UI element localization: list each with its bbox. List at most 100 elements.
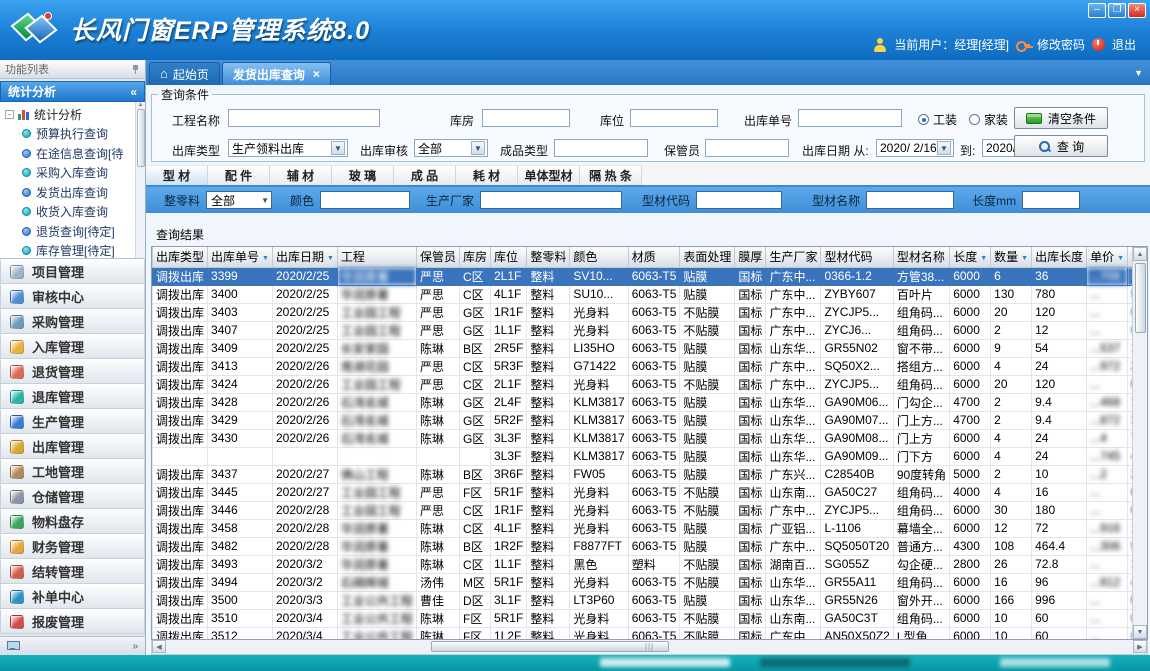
column-header-整零料[interactable]: 整零料 (527, 247, 570, 267)
column-header-工程[interactable]: 工程 (337, 247, 416, 267)
sidebar-group-header[interactable]: 统计分析 « (0, 81, 145, 102)
project-name-input[interactable] (228, 109, 380, 127)
sidebar-item-工地管理[interactable]: 工地管理 (0, 459, 145, 484)
table-row[interactable]: 调拨出库34582020/2/28华润原著陈琳C区4L1F整料光身料6063-T… (153, 519, 1149, 537)
table-row[interactable]: 调拨出库33992020/2/25华润原著严思C区2L1F整料SV10...60… (153, 267, 1149, 285)
column-header-出库单号[interactable]: 出库单号▼ (208, 247, 273, 267)
column-header-颜色[interactable]: 颜色 (570, 247, 628, 267)
table-row[interactable]: 调拨出库34372020/2/27佛山工程陈琳B区3R6F整料FW056063-… (153, 465, 1149, 483)
tree-item-预算执行查询[interactable]: 预算执行查询 (5, 124, 145, 144)
table-row[interactable]: 调拨出库34282020/2/26石湾名城陈琳G区2L4F整料KLM381760… (153, 393, 1149, 411)
sidebar-item-审核中心[interactable]: 审核中心 (0, 284, 145, 309)
column-header-长度[interactable]: 长度▼ (950, 247, 991, 267)
length-input[interactable] (1022, 191, 1080, 209)
column-header-数量[interactable]: 数量▼ (991, 247, 1032, 267)
scrollbar-thumb[interactable] (1135, 263, 1146, 333)
tab-发货出库查询[interactable]: 发货出库查询× (222, 62, 331, 85)
table-row[interactable]: 调拨出库34242020/2/26工业园工程严思C区2L1F整料光身料6063-… (153, 375, 1149, 393)
table-row[interactable]: 调拨出库34932020/3/2华润原著陈琳C区1L1F整料黑色塑料不贴膜国标湖… (153, 555, 1149, 573)
sidebar-item-仓储管理[interactable]: 仓储管理 (0, 484, 145, 509)
sidebar-item-项目管理[interactable]: 项目管理 (0, 259, 145, 284)
table-row[interactable]: 3L3F整料KLM38176063-T5贴膜国标山东华...GA90M09...… (153, 447, 1149, 465)
sidebar-item-采购管理[interactable]: 采购管理 (0, 309, 145, 334)
order-no-input[interactable] (798, 109, 902, 127)
tree-item-在途信息查询[待[interactable]: 在途信息查询[待 (5, 144, 145, 164)
material-tab-玻璃[interactable]: 玻 璃 (332, 165, 394, 185)
table-row[interactable]: 调拨出库34092020/2/25长安家园陈琳B区2R5F整料LI35HO606… (153, 339, 1149, 357)
date-from-picker[interactable]: 2020/ 2/16▼ (876, 139, 954, 157)
table-row[interactable]: 调拨出库34032020/2/25工业园工程严思G区1R1F整料光身料6063-… (153, 303, 1149, 321)
column-header-膜厚[interactable]: 膜厚 (735, 247, 766, 267)
whole-part-select[interactable]: 全部▼ (206, 191, 272, 209)
sidebar-item-入库管理[interactable]: 入库管理 (0, 334, 145, 359)
column-header-表面处理[interactable]: 表面处理 (680, 247, 735, 267)
column-header-出库日期[interactable]: 出库日期▼ (272, 247, 337, 267)
outbound-type-select[interactable]: 生产领料出库▼ (228, 139, 348, 157)
sidebar-item-生产管理[interactable]: 生产管理 (0, 409, 145, 434)
column-header-材质[interactable]: 材质 (628, 247, 680, 267)
expand-icon[interactable]: - (5, 110, 14, 119)
tree-item-收货入库查询[interactable]: 收货入库查询 (5, 202, 145, 222)
sidebar-item-退货管理[interactable]: 退货管理 (0, 359, 145, 384)
column-header-型材名称[interactable]: 型材名称 (893, 247, 949, 267)
table-row[interactable]: 调拨出库34292020/2/26石湾名城陈琳G区5R2F整料KLM381760… (153, 411, 1149, 429)
material-tab-单体型材[interactable]: 单体型材 (518, 165, 580, 185)
table-row[interactable]: 调拨出库34942020/3/2石碣辉城汤伟M区5R1F整料光身料6063-T5… (153, 573, 1149, 591)
scrollbar-thumb[interactable] (137, 109, 145, 167)
tree-item-发货出库查询[interactable]: 发货出库查询 (5, 183, 145, 203)
maximize-button[interactable]: ❐ (1108, 3, 1126, 18)
column-header-型材代码[interactable]: 型材代码 (821, 247, 893, 267)
scroll-up-icon[interactable]: ▲ (1133, 247, 1147, 261)
profile-name-input[interactable] (866, 191, 954, 209)
table-row[interactable]: 调拨出库34462020/2/28工业园工程严思C区1R1F整料光身料6063-… (153, 501, 1149, 519)
warehouse-input[interactable] (482, 109, 570, 127)
column-header-库位[interactable]: 库位 (490, 247, 526, 267)
filter-icon[interactable]: ▼ (327, 255, 334, 262)
table-row[interactable]: 调拨出库34002020/2/25华润原著严思C区4L1F整料SU10...60… (153, 285, 1149, 303)
material-tab-配件[interactable]: 配 件 (208, 165, 270, 185)
clear-conditions-button[interactable]: 清空条件 (1014, 107, 1108, 129)
pin-icon[interactable] (131, 64, 140, 75)
material-tab-辅材[interactable]: 辅 材 (270, 165, 332, 185)
chevrons-right-icon[interactable]: » (132, 641, 138, 652)
scroll-right-icon[interactable]: ▶ (1133, 640, 1147, 653)
change-password-link[interactable]: 修改密码 (1037, 36, 1085, 53)
product-type-input[interactable] (554, 139, 648, 157)
tree-item-采购入库查询[interactable]: 采购入库查询 (5, 163, 145, 183)
close-button[interactable]: × (1128, 3, 1146, 18)
column-header-生产厂家[interactable]: 生产厂家 (766, 247, 821, 267)
table-row[interactable]: 调拨出库34452020/2/27工业园工程严思F区5R1F整料光身料6063-… (153, 483, 1149, 501)
sidebar-item-报废管理[interactable]: 报废管理 (0, 609, 145, 634)
sidebar-item-财务管理[interactable]: 财务管理 (0, 534, 145, 559)
table-row[interactable]: 调拨出库35002020/3/3工业公共工程曹佳D区3L1F整料LT3P6060… (153, 591, 1149, 609)
sidebar-item-退库管理[interactable]: 退库管理 (0, 384, 145, 409)
keeper-input[interactable] (705, 139, 789, 157)
tree-root-statistics[interactable]: - 统计分析 (5, 105, 145, 124)
scroll-left-icon[interactable]: ◀ (152, 640, 166, 653)
table-row[interactable]: 调拨出库34822020/2/28华润原著陈琳B区1R2F整料F8877FT60… (153, 537, 1149, 555)
color-input[interactable] (320, 191, 410, 209)
query-button[interactable]: 查 询 (1014, 135, 1108, 157)
table-row[interactable]: 调拨出库35122020/3/4工业公共工程陈琳F区1L2F整料光身料6063-… (153, 627, 1149, 640)
filter-icon[interactable]: ▼ (1117, 255, 1124, 262)
filter-icon[interactable]: ▼ (980, 255, 987, 262)
horizontal-scrollbar[interactable]: ◀ ||| ▶ (151, 640, 1148, 655)
tree-item-库存管理[待定][interactable]: 库存管理[待定] (5, 241, 145, 259)
logout-link[interactable]: 退出 (1112, 36, 1136, 53)
table-row[interactable]: 调拨出库35102020/3/4工业公共工程陈琳F区5R1F整料光身料6063-… (153, 609, 1149, 627)
tree-item-退货查询[待定][interactable]: 退货查询[待定] (5, 222, 145, 242)
sidebar-item-结转管理[interactable]: 结转管理 (0, 559, 145, 584)
scroll-down-icon[interactable]: ▼ (1133, 625, 1147, 639)
close-tab-icon[interactable]: × (313, 67, 320, 81)
vertical-scrollbar[interactable]: ▲ ▼ (1132, 247, 1147, 639)
sidebar-item-出库管理[interactable]: 出库管理 (0, 434, 145, 459)
tab-起始页[interactable]: ⌂起始页 (149, 62, 220, 85)
tab-list-dropdown-icon[interactable]: ▼ (1134, 68, 1143, 78)
material-tab-耗材[interactable]: 耗 材 (456, 165, 518, 185)
radio-work-wear[interactable]: 工装 (918, 111, 957, 128)
location-input[interactable] (630, 109, 718, 127)
collapse-icon[interactable]: « (130, 85, 137, 99)
outbound-audit-select[interactable]: 全部▼ (414, 139, 488, 157)
column-header-单价[interactable]: 单价▼ (1087, 247, 1128, 267)
filter-icon[interactable]: ▼ (262, 255, 269, 262)
